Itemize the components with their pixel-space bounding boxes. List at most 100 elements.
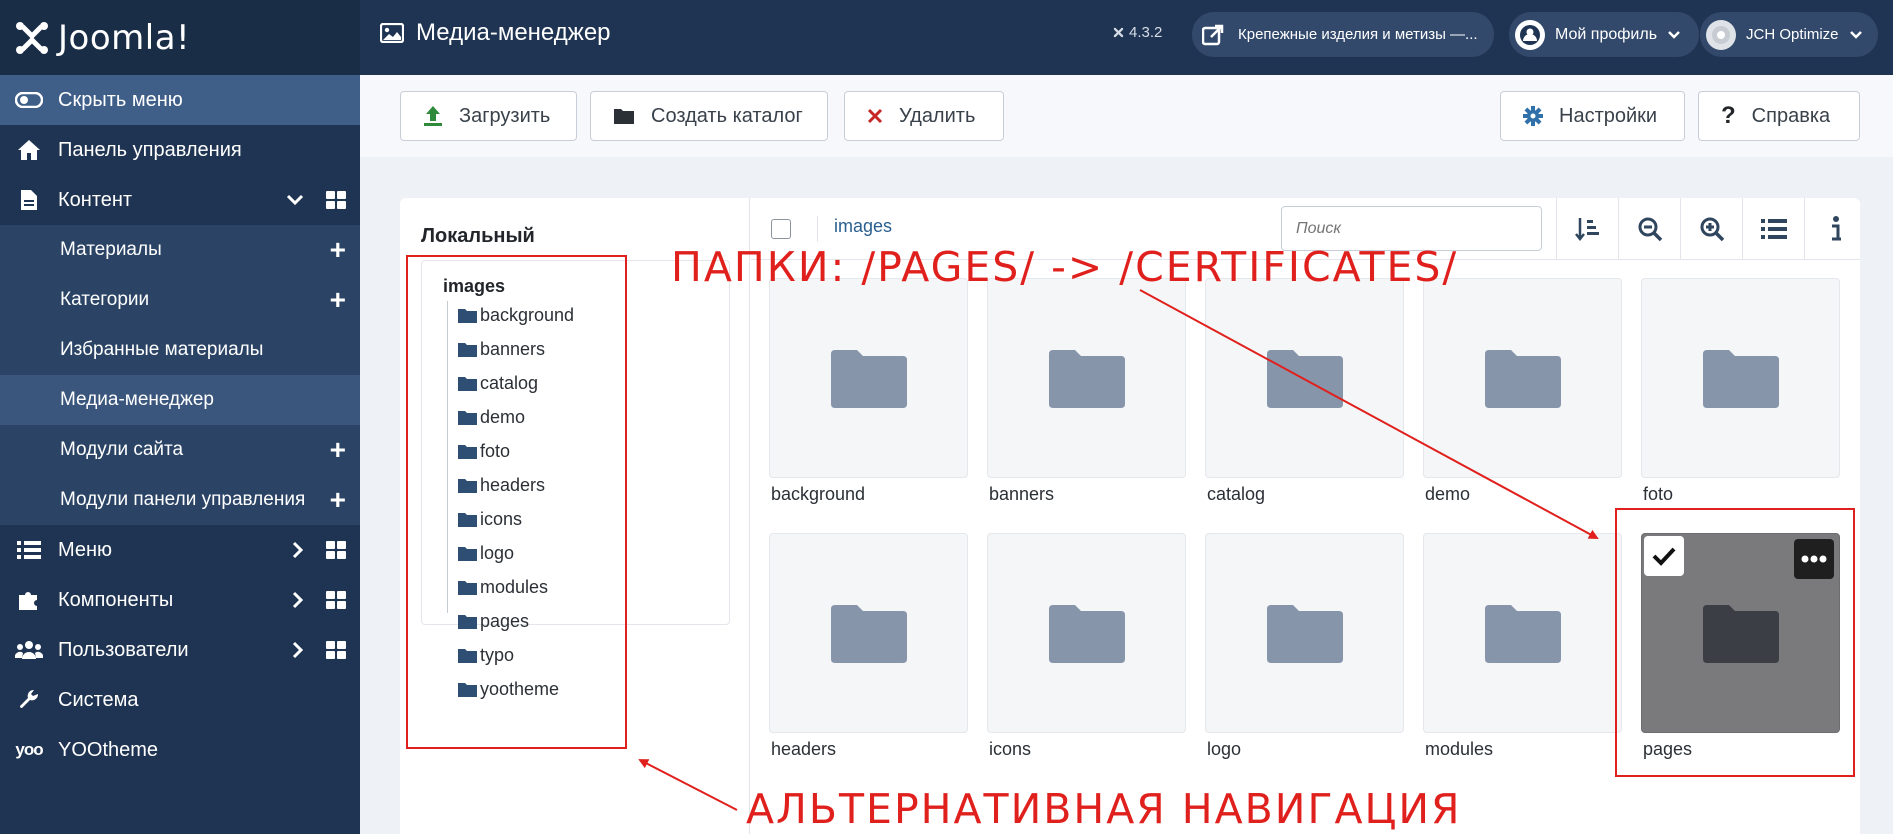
sidebar-item-content[interactable]: Контент [0, 175, 360, 225]
joomla-mini-icon [1113, 27, 1124, 38]
chevron-right-icon[interactable] [292, 541, 304, 559]
profile-menu[interactable]: Мой профиль [1509, 12, 1699, 57]
folder-tile[interactable] [987, 278, 1186, 478]
sidebar-item-admin-modules[interactable]: Модули панели управления + [0, 475, 360, 525]
list-icon [0, 540, 58, 560]
sidebar-item-users[interactable]: Пользователи [0, 625, 360, 675]
dashboard-grid-icon[interactable] [326, 541, 346, 559]
folder-tile-label: banners [989, 484, 1055, 504]
sidebar-item-featured[interactable]: Избранные материалы [0, 325, 360, 375]
folder-icon [830, 605, 907, 663]
folder-tile[interactable] [987, 533, 1186, 733]
users-icon [0, 640, 58, 660]
version-badge: 4.3.2 [1112, 24, 1162, 41]
annotation-box-pages [1615, 508, 1855, 777]
sidebar-item-components[interactable]: Компоненты [0, 575, 360, 625]
question-icon: ? [1721, 102, 1736, 129]
brand-name: Joomla! [58, 17, 191, 58]
sidebar-item-label: Система [58, 688, 139, 711]
sidebar-item-system[interactable]: Система [0, 675, 360, 725]
delete-button[interactable]: Удалить [844, 91, 1004, 141]
settings-button[interactable]: Настройки [1500, 91, 1685, 141]
folder-icon [1048, 605, 1125, 663]
sidebar-item-yootheme[interactable]: yoo YOOtheme [0, 725, 360, 775]
home-icon [0, 139, 58, 161]
annotation-box-tree [406, 255, 627, 749]
folder-icon [1266, 605, 1343, 663]
folder-tile[interactable] [1205, 533, 1404, 733]
folder-tile-label: background [771, 484, 866, 504]
sidebar-item-label: Материалы [60, 239, 162, 260]
toolbar: Загрузить Создать каталог Удалить Настро… [360, 75, 1893, 157]
folder-tile[interactable] [769, 278, 968, 478]
external-link-icon [1198, 20, 1228, 50]
annotation-top: ПАПКИ: /PAGES/ -> /CERTIFICATES/ [671, 243, 1459, 291]
plus-icon[interactable]: + [330, 486, 346, 514]
create-folder-button[interactable]: Создать каталог [590, 91, 828, 141]
sidebar-toggle[interactable]: Скрыть меню [0, 75, 360, 125]
annotation-bottom: АЛЬТЕРНАТИВНАЯ НАВИГАЦИЯ [746, 785, 1462, 833]
info-button[interactable] [1804, 198, 1866, 260]
folder-icon [1484, 350, 1561, 408]
jch-optimize-label: JCH Optimize [1746, 26, 1839, 43]
folder-tile-label: icons [989, 739, 1032, 759]
folder-icon [1702, 350, 1779, 408]
folder-tile-label: foto [1643, 484, 1674, 504]
create-folder-label: Создать каталог [651, 104, 803, 127]
folder-tile-label: headers [771, 739, 837, 759]
dashboard-grid-icon[interactable] [326, 641, 346, 659]
page-title-text: Медиа-менеджер [416, 19, 611, 46]
upload-button[interactable]: Загрузить [400, 91, 577, 141]
gear-icon [1523, 106, 1543, 126]
dashboard-grid-icon[interactable] [326, 191, 346, 209]
help-button[interactable]: ? Справка [1698, 91, 1860, 141]
plus-icon[interactable]: + [330, 286, 346, 314]
folder-icon [1484, 605, 1561, 663]
puzzle-icon [0, 589, 58, 611]
folder-tile[interactable] [1205, 278, 1404, 478]
sort-button[interactable] [1556, 198, 1618, 260]
joomla-logo[interactable]: Joomla! [0, 0, 360, 75]
sidebar-item-dashboard[interactable]: Панель управления [0, 125, 360, 175]
sidebar-item-label: Модули сайта [60, 439, 184, 460]
folder-tile-label: demo [1425, 484, 1471, 504]
chevron-right-icon[interactable] [292, 641, 304, 659]
site-link-button[interactable]: Крепежные изделия и метизы —... [1192, 12, 1494, 57]
select-all-checkbox[interactable] [771, 219, 791, 239]
sort-icon [1574, 218, 1599, 242]
zoom-out-button[interactable] [1618, 198, 1680, 260]
list-view-button[interactable] [1742, 198, 1804, 260]
site-link-label: Крепежные изделия и метизы —... [1238, 26, 1478, 43]
chevron-down-icon[interactable] [286, 194, 304, 206]
sidebar-item-articles[interactable]: Материалы + [0, 225, 360, 275]
folder-tile-label: catalog [1207, 484, 1266, 504]
dashboard-grid-icon[interactable] [326, 591, 346, 609]
plus-icon[interactable]: + [330, 236, 346, 264]
folder-tile-label: modules [1425, 739, 1494, 759]
joomla-logo-icon [16, 21, 48, 54]
jch-optimize-menu[interactable]: JCH Optimize [1700, 12, 1878, 57]
zoom-in-icon [1700, 217, 1724, 242]
sidebar-item-categories[interactable]: Категории + [0, 275, 360, 325]
sidebar-item-label: YOOtheme [58, 738, 159, 761]
sidebar-item-label: Медиа-менеджер [60, 389, 214, 410]
profile-label: Мой профиль [1555, 25, 1658, 43]
folder-tile[interactable] [1423, 533, 1622, 733]
chevron-right-icon[interactable] [292, 591, 304, 609]
sidebar-item-media[interactable]: Медиа-менеджер [0, 375, 360, 425]
sidebar-toggle-label: Скрыть меню [58, 88, 183, 111]
sidebar-item-site-modules[interactable]: Модули сайта + [0, 425, 360, 475]
list-view-icon [1760, 219, 1787, 239]
folder-icon [830, 350, 907, 408]
folder-tile[interactable] [1423, 278, 1622, 478]
image-icon [380, 23, 404, 43]
yootheme-icon: yoo [15, 740, 43, 759]
breadcrumb[interactable]: images [817, 216, 892, 242]
folder-tile[interactable] [769, 533, 968, 733]
zoom-in-button[interactable] [1680, 198, 1742, 260]
plus-icon[interactable]: + [330, 436, 346, 464]
folder-tile[interactable] [1641, 278, 1840, 478]
delete-label: Удалить [899, 104, 976, 127]
sidebar-item-menus[interactable]: Меню [0, 525, 360, 575]
sidebar: Joomla! Скрыть меню Панель управления Ко… [0, 0, 360, 834]
